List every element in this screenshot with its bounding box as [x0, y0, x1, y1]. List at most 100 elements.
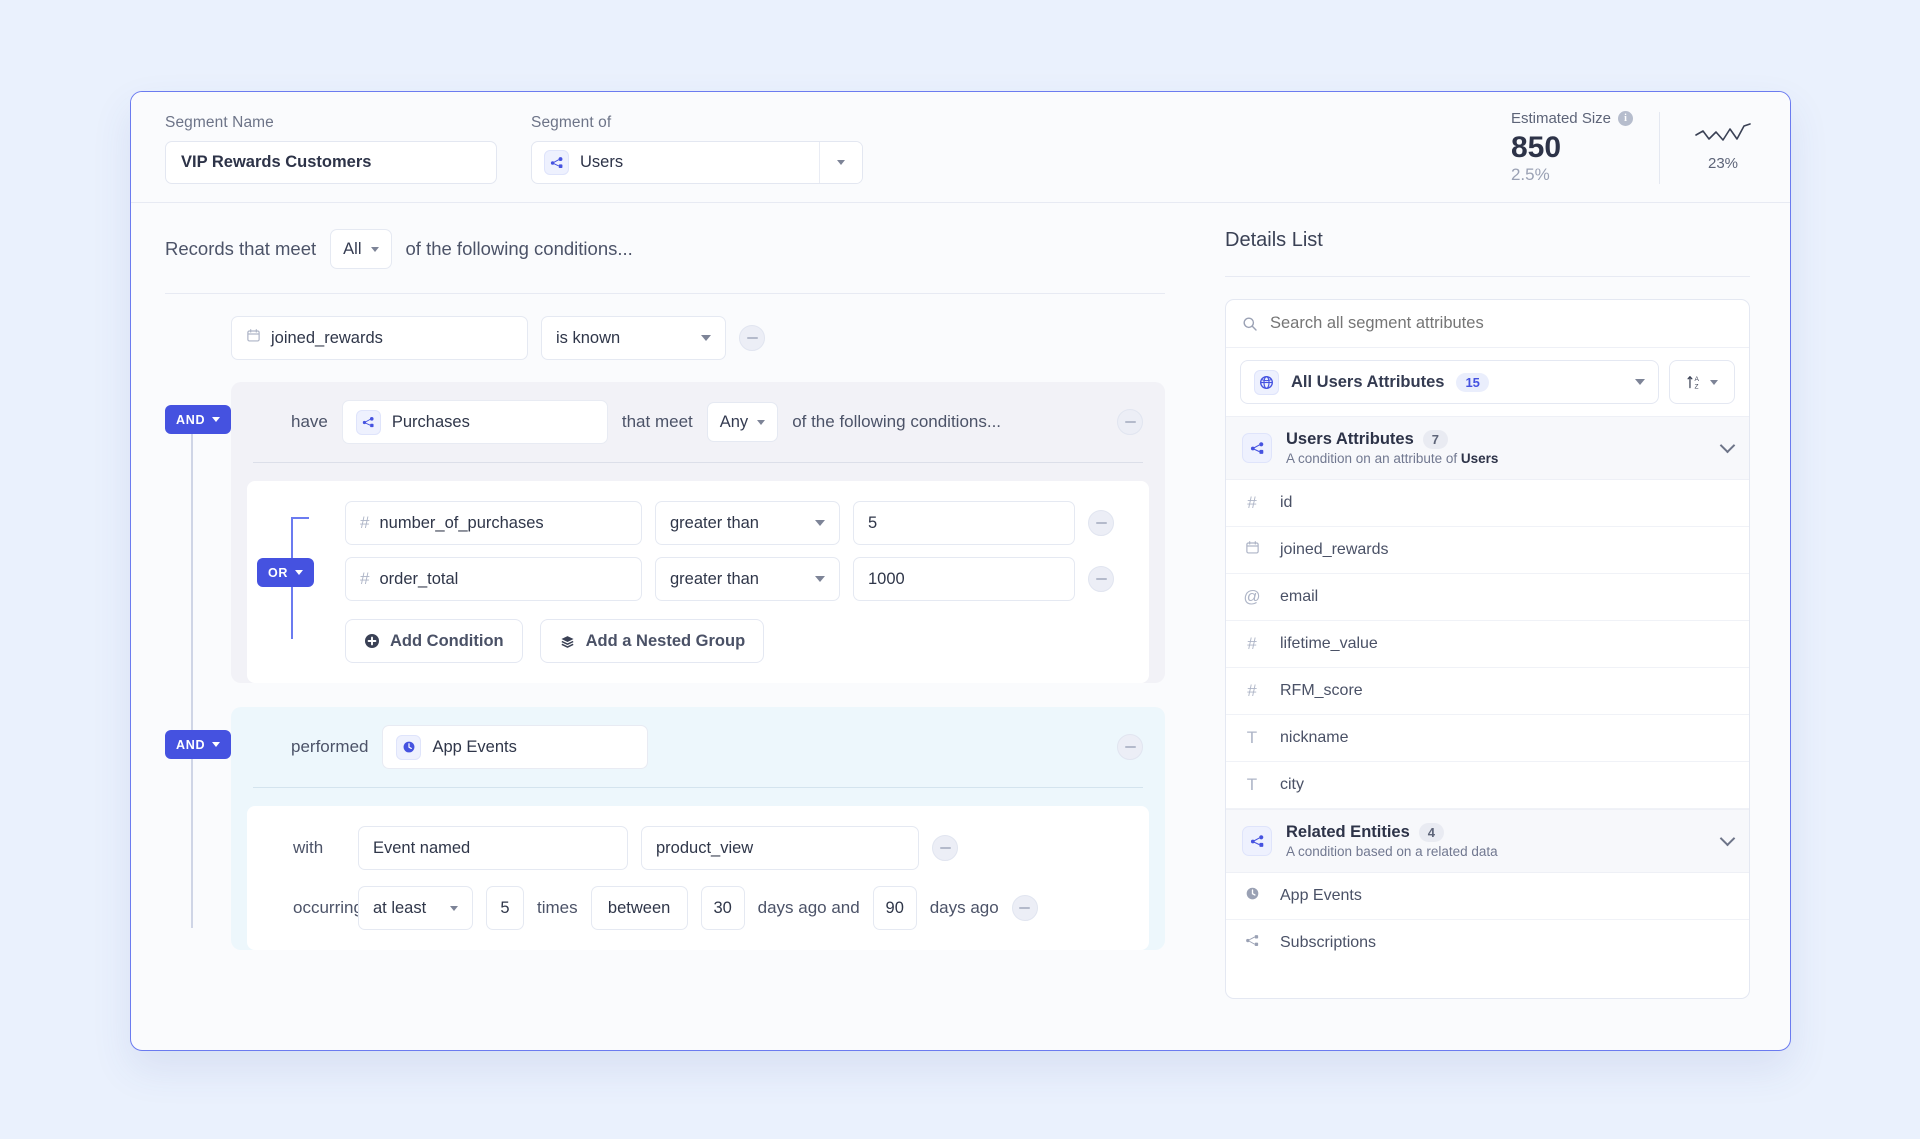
sort-button[interactable]: A Z [1669, 360, 1735, 404]
events-event-name-input[interactable]: product_view [641, 826, 919, 870]
purchases-group-header: have Purchases that meet Any of the foll… [231, 382, 1165, 462]
events-group-logic-badge[interactable]: AND [165, 730, 232, 759]
attributes-scroll-area[interactable]: Users Attributes 7 A condition on an att… [1226, 416, 1749, 961]
remove-events-group-button[interactable] [1117, 734, 1143, 760]
add-nested-group-button[interactable]: Add a Nested Group [539, 619, 765, 663]
segment-of-label: Segment of [531, 114, 612, 131]
purchases-that-meet-label: that meet [621, 412, 693, 431]
attribute-label: nickname [1280, 729, 1349, 746]
events-range-operator-select[interactable]: between [590, 886, 688, 930]
match-type-select[interactable]: All [330, 229, 392, 269]
purchases-operator-select-2[interactable]: greater than [655, 557, 840, 601]
hash-icon: # [360, 513, 370, 532]
list-item[interactable]: # RFM_score [1226, 668, 1749, 715]
calendar-icon [1242, 540, 1262, 560]
attribute-group-header-users[interactable]: Users Attributes 7 A condition on an att… [1226, 416, 1749, 480]
events-with-label: with [293, 838, 324, 857]
segment-name-value: VIP Rewards Customers [181, 153, 372, 171]
add-condition-button[interactable]: Add Condition [345, 619, 523, 663]
attributes-filter-label: All Users Attributes [1291, 372, 1445, 391]
attribute-group-count: 7 [1422, 430, 1448, 449]
sort-az-icon: A Z [1687, 376, 1700, 391]
segment-of-value: Users [580, 153, 624, 171]
events-event-named-select[interactable]: Event named [358, 826, 628, 870]
purchases-match-type-select[interactable]: Any [706, 402, 779, 442]
purchases-attribute-input-2[interactable]: # order_total [345, 557, 642, 601]
remove-condition-button[interactable] [1088, 566, 1114, 592]
purchases-group-logic-label: AND [176, 412, 206, 427]
remove-condition-button[interactable] [1011, 895, 1038, 921]
events-range-from-input[interactable]: 30 [700, 886, 745, 930]
attribute-label: App Events [1280, 887, 1362, 904]
attribute-group-subtitle-prefix: A condition based on a related data [1286, 844, 1498, 859]
info-icon[interactable]: i [1618, 110, 1633, 126]
hash-icon: # [1247, 634, 1257, 653]
root-operator-select[interactable]: is known [541, 316, 726, 360]
list-item[interactable]: # id [1226, 480, 1749, 527]
estimated-size-area: Estimated Size i 850 2.5% 23% [1511, 92, 1766, 203]
remove-condition-button[interactable] [932, 835, 958, 861]
segment-name-input[interactable]: VIP Rewards Customers [165, 141, 497, 184]
list-item[interactable]: T nickname [1226, 715, 1749, 762]
purchases-add-buttons-row: Add Condition Add a Nested Group [345, 619, 1127, 663]
purchases-operator-select-1[interactable]: greater than [655, 501, 840, 545]
purchases-inner-logic-label: OR [268, 565, 289, 580]
list-item[interactable]: T city [1226, 762, 1749, 809]
attribute-label: joined_rewards [1280, 541, 1389, 558]
events-range-to-input[interactable]: 90 [872, 886, 917, 930]
purchases-group-logic-badge[interactable]: AND [165, 405, 232, 434]
attribute-group-title: Related Entities [1286, 823, 1410, 841]
events-frequency-value-input[interactable]: 5 [486, 886, 524, 930]
list-item[interactable]: # lifetime_value [1226, 621, 1749, 668]
rule-builder-pane: Records that meet All of the following c… [131, 203, 1199, 1050]
segment-of-caret-button[interactable] [819, 142, 862, 183]
purchases-entity-select[interactable]: Purchases [341, 400, 608, 444]
entity-nodes-icon [544, 150, 569, 175]
calendar-icon [246, 328, 261, 348]
events-frequency-operator-select[interactable]: at least [358, 886, 473, 930]
chevron-down-icon[interactable] [1719, 437, 1736, 454]
attribute-group-header-related[interactable]: Related Entities 4 A condition based on … [1226, 809, 1749, 873]
purchases-inner-logic-badge[interactable]: OR [257, 558, 315, 587]
segment-of-select[interactable]: Users [531, 141, 863, 184]
details-list-panel: All Users Attributes 15 A Z [1225, 299, 1750, 999]
purchases-attribute-input-1[interactable]: # number_of_purchases [345, 501, 642, 545]
remove-condition-button[interactable] [739, 325, 765, 351]
attributes-filter-select[interactable]: All Users Attributes 15 [1240, 360, 1659, 404]
search-input[interactable] [1270, 314, 1733, 333]
chevron-down-icon [815, 520, 825, 526]
group-connector-line [191, 428, 193, 928]
attribute-group-count: 4 [1418, 823, 1445, 842]
purchases-value-input-1[interactable]: 5 [853, 501, 1075, 545]
purchases-suffix-label: of the following conditions... [792, 412, 1002, 431]
events-entity-select[interactable]: App Events [382, 725, 649, 769]
remove-purchases-group-button[interactable] [1117, 409, 1143, 435]
root-attribute-input[interactable]: joined_rewards [231, 316, 528, 360]
events-occurrence-row: occurring at least 5 times between 30 da… [293, 886, 1127, 930]
events-occurring-label: occurring [293, 898, 363, 917]
events-entity-value: App Events [432, 737, 517, 756]
purchases-conditions-body: OR # number_of_purchases greater than 5 … [247, 481, 1149, 683]
purchases-value-1: 5 [868, 513, 878, 532]
list-item[interactable]: Subscriptions [1226, 920, 1749, 961]
attribute-group-subtitle: A condition based on a related data [1286, 844, 1498, 859]
chevron-down-icon [701, 335, 711, 341]
attribute-group-title-row: Users Attributes 7 [1286, 430, 1498, 449]
remove-condition-button[interactable] [1088, 510, 1114, 536]
segment-of-value-area[interactable]: Users [532, 142, 819, 183]
svg-text:Z: Z [1695, 384, 1699, 391]
search-attributes-row[interactable] [1226, 300, 1749, 348]
purchases-value-input-2[interactable]: 1000 [853, 557, 1075, 601]
purchases-group: AND have Purchases that meet Any of the … [165, 382, 1165, 683]
attributes-filter-row: All Users Attributes 15 A Z [1226, 348, 1749, 416]
events-verb-label: performed [291, 737, 369, 756]
chevron-down-icon[interactable] [1719, 830, 1736, 847]
list-item[interactable]: @ email [1226, 574, 1749, 621]
details-list-pane: Details List Search all segment attribut… [1199, 203, 1790, 1050]
clock-icon [1242, 886, 1262, 906]
hash-icon: # [1247, 681, 1257, 700]
list-item[interactable]: joined_rewards [1226, 527, 1749, 574]
events-times-label: times [537, 898, 578, 917]
attribute-group-subtitle-prefix: A condition on an attribute of [1286, 451, 1461, 466]
list-item[interactable]: App Events [1226, 873, 1749, 920]
